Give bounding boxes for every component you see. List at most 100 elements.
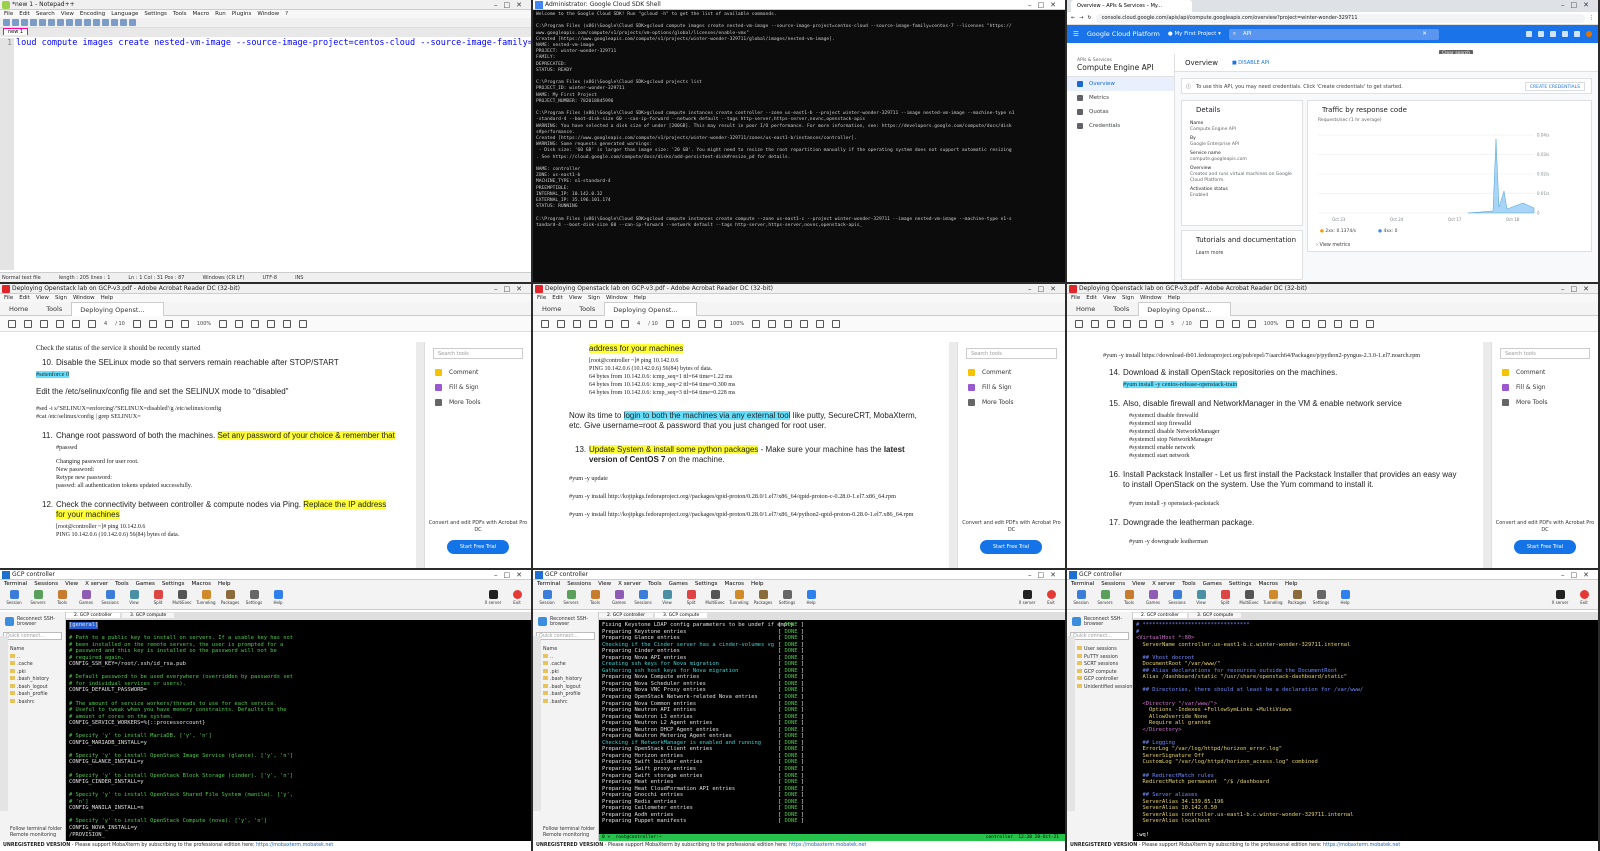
menu-item[interactable]: X server (1152, 581, 1175, 587)
undo-icon[interactable] (84, 19, 91, 26)
acrobat-doc-tab[interactable]: Deploying Openst... (71, 301, 164, 316)
acrobat-tab-tools[interactable]: Tools (1104, 305, 1138, 313)
menu-item[interactable]: Tools (173, 11, 187, 17)
highlight-icon[interactable] (251, 319, 260, 328)
toolbar-session-button[interactable]: Session (1071, 590, 1091, 607)
toolbar-packages-button[interactable]: Packages (753, 590, 773, 607)
toolbar-tunneling-button[interactable]: Tunneling (1263, 590, 1283, 607)
redo-icon[interactable] (93, 19, 100, 26)
select-icon[interactable] (132, 319, 141, 328)
gift-icon[interactable] (1526, 31, 1532, 37)
zoom-out-icon[interactable] (1231, 319, 1240, 328)
search-icon[interactable] (605, 319, 613, 328)
terminal-tab[interactable]: 2. GCP controller (599, 613, 653, 618)
menu-item[interactable]: Macros (1258, 581, 1278, 587)
share-icon[interactable] (832, 319, 841, 328)
subscribe-link[interactable]: https://mobaxterm.mobatek.net (1323, 843, 1400, 848)
menu-item[interactable]: Sign (1122, 295, 1134, 301)
menu-item[interactable]: Run (215, 11, 226, 17)
menu-item[interactable]: View (36, 295, 49, 301)
tool-fill-sign[interactable]: Fill & Sign (425, 380, 531, 395)
editor-text[interactable]: loud compute images create nested-vm-ima… (16, 38, 531, 48)
menu-item[interactable]: Language (111, 11, 138, 17)
toolbar-packages-button[interactable]: Packages (220, 590, 240, 607)
toolbar-settings-button[interactable]: Settings (1311, 590, 1331, 607)
menu-item[interactable]: X server (618, 581, 641, 587)
sign-icon[interactable] (283, 319, 292, 328)
menu-item[interactable]: Window (1140, 295, 1162, 301)
toolbar-help-button[interactable]: Help (268, 590, 288, 607)
page-number[interactable]: 5 (1171, 321, 1174, 327)
file-item[interactable]: .. (10, 654, 63, 662)
tool-fill-sign[interactable]: Fill & Sign (1492, 380, 1598, 395)
save-icon[interactable] (1075, 319, 1083, 328)
remote-monitoring-button[interactable]: Remote monitoring (543, 833, 596, 839)
page-number[interactable]: 4 (637, 321, 640, 327)
subscribe-link[interactable]: https://mobaxterm.mobatek.net (789, 843, 866, 848)
zoom-in-icon[interactable] (713, 319, 722, 328)
start-free-trial-button[interactable]: Start Free Trial (980, 540, 1042, 554)
pen-icon[interactable] (267, 319, 276, 328)
print-icon[interactable] (1107, 319, 1115, 328)
zoom-out-icon[interactable] (129, 19, 136, 26)
hamburger-icon[interactable]: ☰ (1073, 30, 1079, 38)
menu-item[interactable]: Games (1203, 581, 1222, 587)
terminal-tab[interactable]: 2. GCP controller (66, 613, 120, 618)
menu-item[interactable]: Help (634, 295, 647, 301)
acrobat-tab-tools[interactable]: Tools (37, 305, 71, 313)
save-icon[interactable] (21, 19, 28, 26)
pdf-scrollbar[interactable] (949, 342, 957, 568)
session-item[interactable]: GCP compute (1077, 669, 1130, 677)
session-item[interactable]: Unidentified session (1077, 684, 1132, 692)
session-item[interactable]: PuTTY session (1077, 654, 1130, 662)
menu-item[interactable]: Games (669, 581, 688, 587)
menu-item[interactable]: File (4, 11, 13, 17)
upload-icon[interactable] (1155, 319, 1163, 328)
zoom-level[interactable]: 100% (730, 321, 744, 327)
menu-item[interactable]: Terminal (4, 581, 27, 587)
bookmark-icon[interactable] (1091, 319, 1099, 328)
search-icon[interactable] (1139, 319, 1147, 328)
quick-connect-input[interactable]: Quick connect... (536, 632, 595, 640)
menu-item[interactable]: Encoding (80, 11, 105, 17)
menu-item[interactable]: File (537, 295, 546, 301)
hand-icon[interactable] (681, 319, 690, 328)
terminal[interactable]: # ********************************* # <Vir… (1133, 620, 1598, 841)
menu-item[interactable]: Tools (1182, 581, 1196, 587)
file-item[interactable]: .. (543, 654, 596, 662)
more-icon[interactable] (1574, 31, 1580, 37)
notepad-toolbar[interactable] (0, 18, 531, 28)
page-number[interactable]: 4 (104, 321, 107, 327)
menu-item[interactable]: Window (606, 295, 628, 301)
sidebar-item-metrics[interactable]: Metrics (1067, 91, 1174, 105)
menu-item[interactable]: Macros (724, 581, 744, 587)
window-controls[interactable]: –□✕ (494, 284, 528, 294)
toolbar-exit-button[interactable]: Exit (1574, 590, 1594, 607)
email-icon[interactable] (589, 319, 597, 328)
toolbar-split-button[interactable]: Split (1215, 590, 1235, 607)
sidebar-vertical-tabs[interactable] (1067, 636, 1075, 811)
save-all-icon[interactable] (30, 19, 37, 26)
toolbar-games-button[interactable]: Games (609, 590, 629, 607)
email-icon[interactable] (1123, 319, 1131, 328)
file-item[interactable]: .pki (10, 669, 63, 677)
window-controls[interactable]: –□✕ (1028, 570, 1062, 580)
toolbar-settings-button[interactable]: Settings (777, 590, 797, 607)
pen-icon[interactable] (800, 319, 809, 328)
toolbar-x-server-button[interactable]: X server (1017, 590, 1037, 607)
acrobat-tab-home[interactable]: Home (1067, 305, 1104, 313)
file-item[interactable]: .cache (10, 661, 63, 669)
terminal-tab[interactable]: 3. GCP compute (1188, 613, 1242, 618)
menu-item[interactable]: Window (257, 11, 279, 17)
acrobat-doc-tab[interactable]: Deploying Openst... (1138, 301, 1231, 316)
subscribe-link[interactable]: https://mobaxterm.mobatek.net (256, 843, 333, 848)
pdf-scrollbar[interactable] (416, 342, 424, 568)
toolbar-exit-button[interactable]: Exit (1041, 590, 1061, 607)
close-icon[interactable] (39, 19, 46, 26)
terminal-tab[interactable]: 3. GCP compute (654, 613, 708, 618)
tool-fill-sign[interactable]: Fill & Sign (958, 380, 1065, 395)
tool-comment[interactable]: Comment (1492, 365, 1598, 380)
reconnect-button[interactable]: Reconnect SSH-browser (536, 615, 595, 629)
toolbar-settings-button[interactable]: Settings (244, 590, 264, 607)
terminal-tab[interactable]: 2. GCP controller (1133, 613, 1187, 618)
